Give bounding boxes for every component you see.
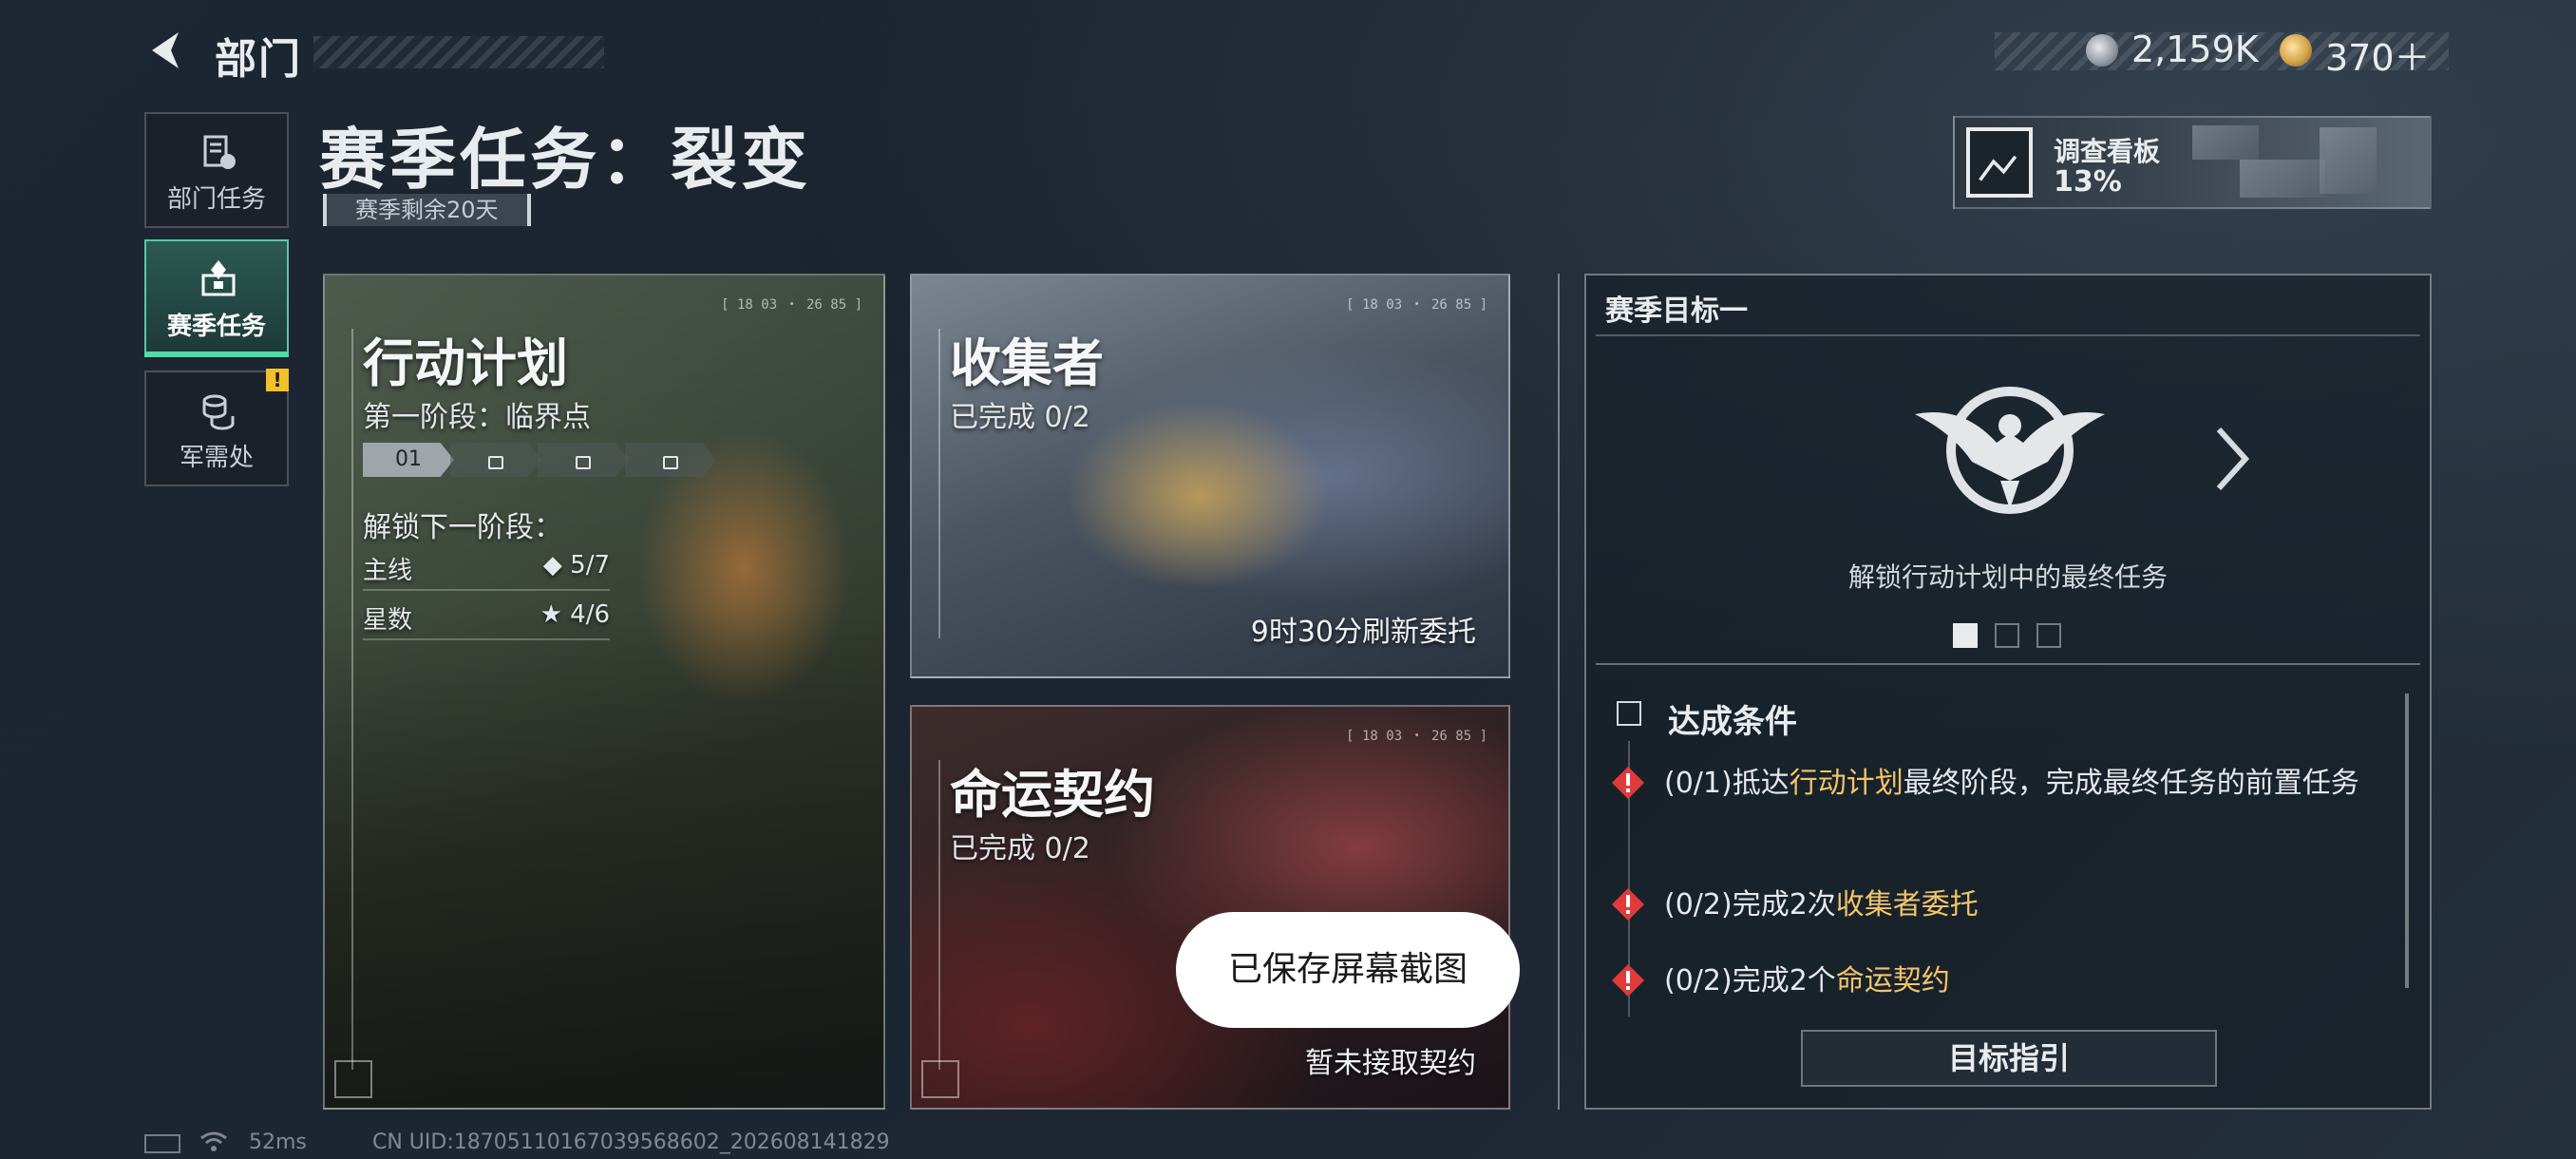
card-title: 行动计划 bbox=[363, 333, 568, 393]
page-indicator[interactable] bbox=[1995, 623, 2019, 648]
card-collector[interactable]: [ 18 03 ・ 26 85 ] 收集者 已完成 0/2 9时30分刷新委托 bbox=[910, 274, 1510, 678]
supply-icon bbox=[202, 394, 235, 430]
season-goal-header: 赛季目标一 bbox=[1605, 294, 1748, 328]
stage-4-locked bbox=[625, 443, 716, 477]
divider bbox=[1596, 334, 2420, 336]
nav-item-department-tasks[interactable]: 部门任务 bbox=[144, 112, 289, 228]
gold-coin-icon bbox=[2280, 34, 2312, 66]
card-operation-plan[interactable]: [ 18 03 ・ 26 85 ] 行动计划 第一阶段：临界点 01 解锁下一阶… bbox=[323, 274, 885, 1110]
card-guide-line bbox=[938, 329, 940, 638]
warning-icon bbox=[1612, 888, 1644, 921]
investigation-board-label: 调查看板 bbox=[2054, 136, 2161, 167]
ping-readout: 52ms bbox=[249, 1130, 307, 1154]
stage-progress: 01 bbox=[363, 443, 724, 477]
expand-corner-icon bbox=[921, 1060, 959, 1098]
wifi-icon bbox=[200, 1131, 227, 1151]
expand-corner-icon bbox=[334, 1060, 372, 1098]
requirement-stars: 星数 ★ 4/6 bbox=[363, 600, 610, 640]
unlock-next-stage-title: 解锁下一阶段： bbox=[363, 511, 562, 544]
condition-item: (0/2)完成2个命运契约 bbox=[1664, 964, 1950, 998]
nav-item-season-tasks[interactable]: 赛季任务 bbox=[144, 239, 289, 355]
investigation-board-icon bbox=[1966, 127, 2033, 198]
card-subtitle: 第一阶段：临界点 bbox=[363, 401, 591, 434]
contract-status: 暂未接取契约 bbox=[1305, 1047, 1476, 1080]
card-code: [ 18 03 ・ 26 85 ] bbox=[1346, 297, 1487, 313]
stage-3-locked bbox=[538, 443, 629, 477]
page-indicator[interactable] bbox=[2036, 623, 2061, 648]
card-title: 收集者 bbox=[950, 333, 1104, 393]
card-guide-line bbox=[351, 329, 353, 1070]
lock-icon bbox=[576, 456, 591, 469]
season-goal-description: 解锁行动计划中的最终任务 bbox=[1847, 561, 2168, 593]
season-task-icon bbox=[201, 260, 236, 296]
stage-2-locked bbox=[450, 443, 541, 477]
notification-badge: ! bbox=[266, 369, 289, 391]
nav-item-label: 军需处 bbox=[179, 444, 254, 472]
header-decor bbox=[313, 36, 604, 68]
page-title: 赛季任务：裂变 bbox=[319, 121, 811, 199]
condition-item: (0/1)抵达行动计划最终阶段，完成最终任务的前置任务 bbox=[1664, 767, 2359, 800]
lock-icon bbox=[488, 456, 503, 469]
conditions-title: 达成条件 bbox=[1668, 703, 1797, 741]
department-task-icon bbox=[203, 135, 236, 169]
page-indicator-active[interactable] bbox=[1953, 623, 1978, 648]
requirement-label: 星数 bbox=[363, 606, 413, 635]
active-tab-indicator bbox=[144, 352, 289, 357]
user-uid: CN UID:187051101670395686​02_20260814182… bbox=[372, 1130, 890, 1154]
warning-icon bbox=[1612, 767, 1644, 799]
card-title: 命运契约 bbox=[950, 765, 1155, 825]
battery-icon bbox=[144, 1134, 180, 1153]
card-fate-contract[interactable]: [ 18 03 ・ 26 85 ] 命运契约 已完成 0/2 暂未接取契约 bbox=[910, 705, 1510, 1110]
nav-item-label: 部门任务 bbox=[166, 185, 266, 214]
card-code: [ 18 03 ・ 26 85 ] bbox=[1346, 729, 1487, 744]
silver-currency-value: 2,159K bbox=[2131, 28, 2259, 70]
requirement-main: 主线 ◆ 5/7 bbox=[363, 551, 610, 591]
requirement-value: ◆ 5/7 bbox=[542, 551, 610, 580]
card-guide-line bbox=[938, 760, 940, 1070]
silver-coin-icon bbox=[2086, 34, 2118, 66]
card-code: [ 18 03 ・ 26 85 ] bbox=[721, 297, 862, 313]
requirement-label: 主线 bbox=[363, 557, 413, 585]
nav-item-label: 赛季任务 bbox=[166, 313, 266, 341]
eagle-emblem-icon bbox=[1915, 387, 2105, 514]
lock-icon bbox=[663, 456, 678, 469]
conditions-icon bbox=[1617, 701, 1641, 726]
warning-icon bbox=[1612, 964, 1644, 997]
header-title: 部门 bbox=[215, 35, 302, 84]
stage-1: 01 bbox=[363, 443, 454, 477]
divider bbox=[1558, 274, 1560, 1110]
requirement-value: ★ 4/6 bbox=[540, 600, 610, 629]
refresh-timer: 9时30分刷新委托 bbox=[1250, 616, 1476, 649]
condition-item: (0/2)完成2次收集者委托 bbox=[1664, 888, 1979, 922]
goal-guide-button[interactable]: 目标指引 bbox=[1801, 1030, 2217, 1087]
divider bbox=[1596, 663, 2420, 665]
investigation-board-progress: 13% bbox=[2054, 165, 2122, 199]
card-subtitle: 已完成 0/2 bbox=[950, 401, 1090, 434]
screenshot-saved-toast: 已保存屏幕截图 bbox=[1176, 912, 1520, 1028]
card-subtitle: 已完成 0/2 bbox=[950, 832, 1090, 865]
back-arrow-icon[interactable] bbox=[142, 27, 190, 74]
season-remaining-badge: 赛季剩余20天 bbox=[323, 194, 531, 226]
gold-currency-value[interactable]: 370＋ bbox=[2325, 28, 2431, 81]
scrollbar[interactable] bbox=[2405, 694, 2409, 988]
chevron-right-icon[interactable] bbox=[2213, 426, 2251, 492]
